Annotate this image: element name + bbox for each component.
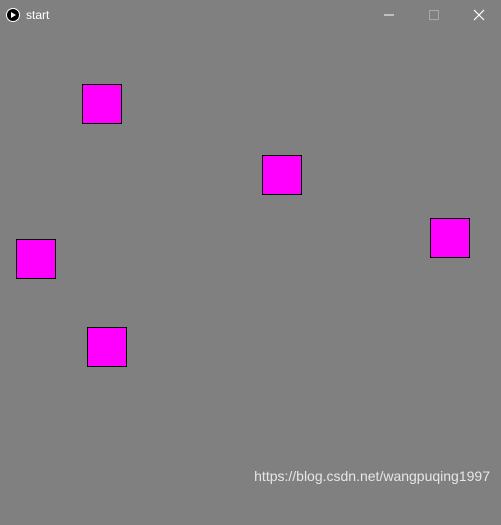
maximize-button[interactable] (411, 0, 456, 30)
magenta-square (87, 327, 127, 367)
close-button[interactable] (456, 0, 501, 30)
maximize-icon (428, 10, 439, 20)
minimize-icon (383, 14, 394, 16)
magenta-square (16, 239, 56, 279)
title-bar[interactable]: start (0, 0, 501, 30)
magenta-square (262, 155, 302, 195)
sketch-canvas[interactable] (0, 30, 501, 525)
play-icon (6, 8, 20, 22)
close-icon (473, 9, 484, 21)
magenta-square (82, 84, 122, 124)
minimize-button[interactable] (366, 0, 411, 30)
window-title: start (26, 8, 50, 22)
watermark-text: https://blog.csdn.net/wangpuqing1997 (254, 468, 490, 484)
magenta-square (430, 218, 470, 258)
